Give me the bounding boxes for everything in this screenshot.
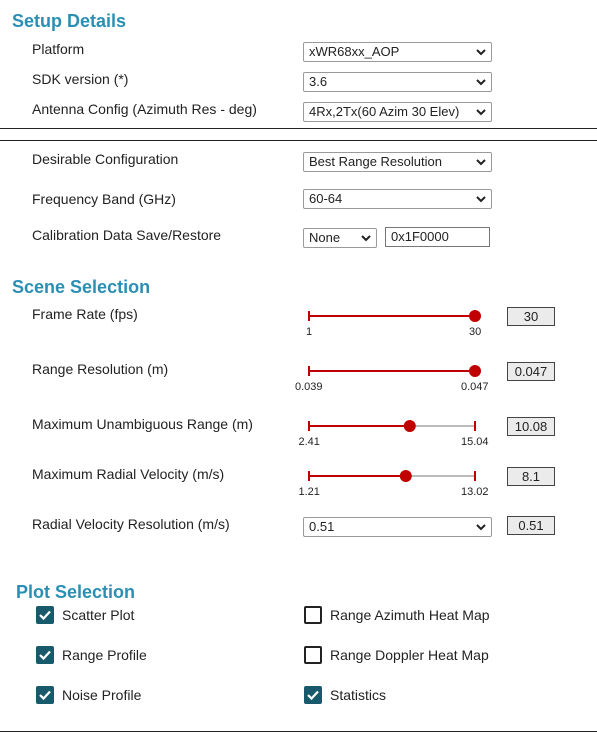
checkmark-icon — [307, 690, 319, 701]
setup-details-title: Setup Details — [12, 11, 127, 31]
slider-value-box: 30 — [507, 307, 555, 326]
range-slider[interactable] — [308, 470, 476, 516]
frequency-band-value: 60-64 — [309, 191, 343, 206]
calibration-label: Calibration Data Save/Restore — [32, 227, 222, 243]
desirable-configuration-value: Best Range Resolution — [309, 154, 442, 169]
slider-label: Range Resolution (m) — [32, 361, 169, 377]
chevron-down-icon — [476, 49, 486, 56]
slider-knob — [469, 310, 481, 322]
radial-velocity-resolution-box: 0.51 — [507, 516, 555, 535]
chevron-down-icon — [361, 235, 371, 242]
range-slider[interactable] — [308, 365, 481, 411]
platform-value: xWR68xx_AOP — [309, 44, 400, 59]
calibration-address-input[interactable]: 0x1F0000 — [385, 227, 490, 247]
desirable-configuration-select[interactable]: Best Range Resolution — [303, 152, 492, 172]
checkbox-checked[interactable] — [36, 606, 54, 624]
desirable-configuration-label: Desirable Configuration — [32, 151, 179, 167]
plot-option-label: Statistics — [330, 687, 387, 703]
sdk-version-value: 3.6 — [309, 74, 328, 89]
checkbox-unchecked[interactable] — [304, 606, 322, 624]
slider-max-label: 15.04 — [461, 436, 489, 448]
slider-max-label: 13.02 — [461, 486, 489, 498]
checkmark-icon — [39, 690, 51, 701]
calibration-select[interactable]: None — [303, 228, 377, 248]
slider-knob — [469, 365, 481, 377]
range-slider[interactable] — [308, 420, 476, 466]
chevron-down-icon — [476, 524, 486, 531]
sdk-version-label: SDK version (*) — [32, 71, 129, 87]
slider-min-label: 1.21 — [298, 486, 320, 498]
sdk-version-select[interactable]: 3.6 — [303, 72, 492, 92]
checkbox-unchecked[interactable] — [304, 646, 322, 664]
platform-select[interactable]: xWR68xx_AOP — [303, 42, 492, 62]
radial-velocity-resolution-value: 0.51 — [309, 519, 335, 534]
platform-label: Platform — [32, 41, 85, 57]
plot-option-label: Range Azimuth Heat Map — [330, 607, 490, 623]
calibration-value: None — [309, 230, 341, 245]
slider-value-box: 8.1 — [507, 467, 555, 486]
plot-selection-title: Plot Selection — [16, 582, 136, 602]
antenna-config-select[interactable]: 4Rx,2Tx(60 Azim 30 Elev) — [303, 102, 492, 122]
frequency-band-label: Frequency Band (GHz) — [32, 191, 176, 207]
checkbox-checked[interactable] — [36, 646, 54, 664]
checkmark-icon — [39, 650, 51, 661]
slider-label: Frame Rate (fps) — [32, 306, 138, 322]
radial-velocity-resolution-label: Radial Velocity Resolution (m/s) — [32, 516, 230, 532]
chevron-down-icon — [476, 109, 486, 116]
slider-knob — [403, 420, 416, 432]
chevron-down-icon — [476, 159, 486, 166]
chevron-down-icon — [476, 79, 486, 86]
plot-option-label: Range Doppler Heat Map — [330, 647, 489, 663]
plot-option-label: Noise Profile — [62, 687, 142, 703]
plot-option-label: Scatter Plot — [62, 607, 135, 623]
slider-min-label: 0.039 — [295, 381, 323, 393]
plot-option-label: Range Profile — [62, 647, 147, 663]
chevron-down-icon — [476, 196, 486, 203]
checkbox-checked[interactable] — [304, 686, 322, 704]
slider-label: Maximum Radial Velocity (m/s) — [32, 466, 225, 482]
checkmark-icon — [39, 610, 51, 621]
scene-selection-title: Scene Selection — [12, 277, 151, 297]
slider-min-label: 1 — [306, 326, 313, 338]
radial-velocity-resolution-select[interactable]: 0.51 — [303, 517, 492, 537]
frequency-band-select[interactable]: 60-64 — [303, 189, 492, 209]
slider-knob — [399, 470, 412, 482]
slider-max-label: 30 — [469, 326, 482, 338]
slider-label: Maximum Unambiguous Range (m) — [32, 416, 253, 432]
range-slider[interactable] — [308, 310, 481, 356]
slider-min-label: 2.41 — [298, 436, 320, 448]
slider-value-box: 0.047 — [507, 362, 555, 381]
antenna-config-label: Antenna Config (Azimuth Res - deg) — [32, 101, 257, 117]
slider-max-label: 0.047 — [461, 381, 489, 393]
antenna-config-value: 4Rx,2Tx(60 Azim 30 Elev) — [309, 104, 460, 119]
slider-value-box: 10.08 — [507, 417, 555, 436]
checkbox-checked[interactable] — [36, 686, 54, 704]
